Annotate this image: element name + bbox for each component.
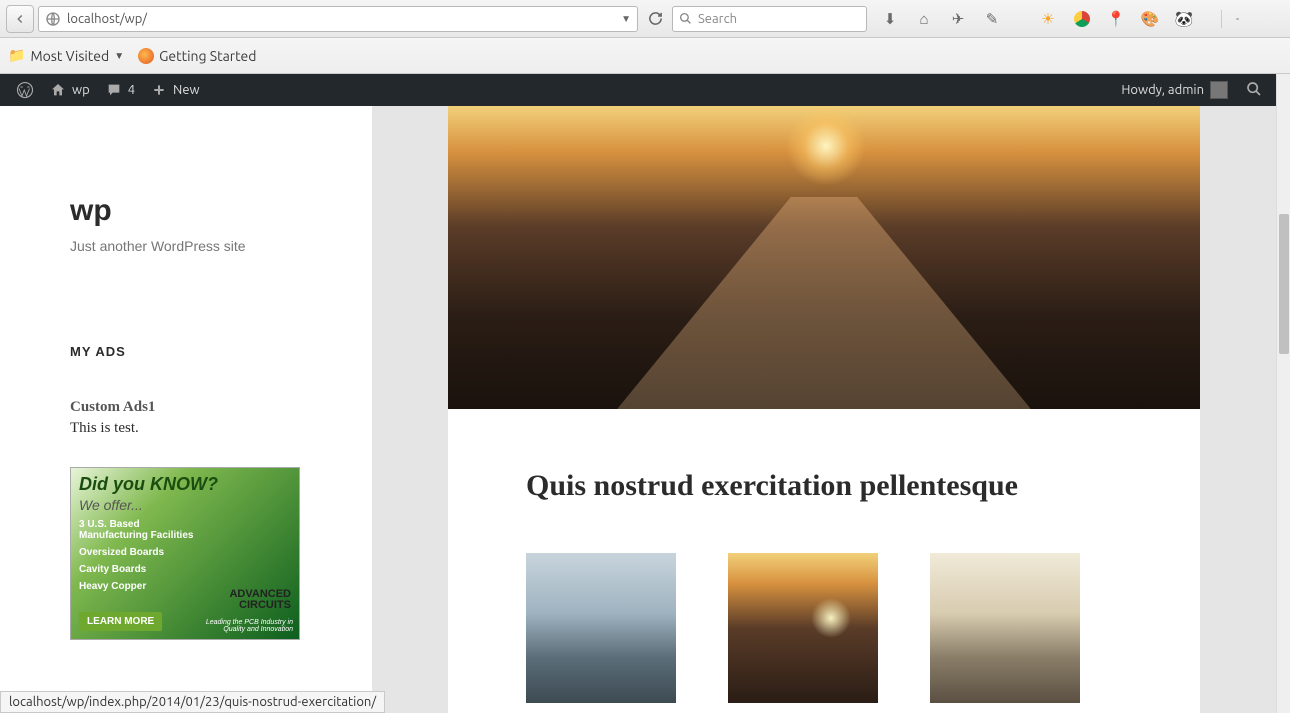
- ad-line: Manufacturing Facilities: [79, 530, 291, 541]
- widget-title: MY ADS: [70, 344, 342, 359]
- search-icon: [679, 12, 692, 25]
- reload-icon: [648, 11, 663, 26]
- search-icon: [1246, 81, 1262, 97]
- thumbnail-image[interactable]: [526, 553, 676, 703]
- hero-road-overlay: [617, 197, 1031, 409]
- folder-icon: 📁: [8, 47, 25, 64]
- ad-text: This is test.: [70, 420, 342, 437]
- ad-headline: Did you KNOW?: [79, 474, 291, 495]
- bookmark-getting-started[interactable]: Getting Started: [138, 48, 256, 64]
- toolbar-icons: ⬇ ⌂ ✈ ✎ ☀ 📍 🎨 🐼: [881, 10, 1239, 28]
- content: Quis nostrud exercitation pellentesque: [372, 106, 1276, 713]
- ad-line: 3 U.S. Based: [79, 519, 291, 530]
- comments-button[interactable]: 4: [98, 74, 143, 106]
- viewport: wp 4 New Howdy, admin wp Just another Wo…: [0, 74, 1290, 713]
- firefox-icon: [138, 48, 154, 64]
- chevron-down-icon: ▼: [114, 50, 124, 62]
- thumbnail-image[interactable]: [930, 553, 1080, 703]
- ad-cta-button[interactable]: LEARN MORE: [79, 612, 162, 631]
- search-placeholder: Search: [698, 12, 737, 26]
- comment-icon: [106, 82, 122, 98]
- status-bar: localhost/wp/index.php/2014/01/23/quis-n…: [0, 691, 385, 713]
- ad-tagline: Leading the PCB Industry in Quality and …: [193, 619, 293, 633]
- url-bar[interactable]: localhost/wp/ ▼: [38, 6, 638, 32]
- ad-subhead: We offer...: [79, 497, 291, 513]
- globe-icon: [45, 11, 61, 27]
- reload-button[interactable]: [642, 6, 668, 32]
- article-title[interactable]: Quis nostrud exercitation pellentesque: [526, 469, 1122, 503]
- plus-icon: [151, 82, 167, 98]
- bookmark-label: Getting Started: [159, 48, 256, 64]
- adminbar-search-button[interactable]: [1240, 81, 1268, 100]
- thumbnail-image[interactable]: [728, 553, 878, 703]
- ad-title: Custom Ads1: [70, 399, 342, 416]
- bookmark-label: Most Visited: [30, 48, 109, 64]
- site-title[interactable]: wp: [70, 194, 342, 228]
- ad-line: Oversized Boards: [79, 547, 291, 558]
- palette-icon[interactable]: 🎨: [1141, 10, 1159, 28]
- panda-icon[interactable]: 🐼: [1175, 10, 1193, 28]
- home-icon: [50, 82, 66, 98]
- article: Quis nostrud exercitation pellentesque: [448, 409, 1200, 713]
- wordpress-icon: [16, 81, 34, 99]
- bookmark-most-visited[interactable]: 📁 Most Visited ▼: [8, 47, 124, 64]
- greeting-text: Howdy, admin: [1121, 83, 1204, 97]
- scrollbar-thumb[interactable]: [1279, 214, 1289, 354]
- site-name-button[interactable]: wp: [42, 74, 98, 106]
- bookmarks-bar: 📁 Most Visited ▼ Getting Started: [0, 38, 1290, 74]
- thumbnail-row: [526, 553, 1122, 703]
- menu-icon[interactable]: [1221, 10, 1239, 28]
- ad-line: Cavity Boards: [79, 564, 291, 575]
- tagline: Just another WordPress site: [70, 238, 342, 254]
- send-icon[interactable]: ✈: [949, 10, 967, 28]
- account-button[interactable]: Howdy, admin: [1113, 74, 1236, 106]
- sidebar: wp Just another WordPress site MY ADS Cu…: [0, 106, 372, 713]
- back-button[interactable]: [6, 5, 34, 33]
- divider-icon: [1017, 10, 1023, 28]
- url-text: localhost/wp/: [67, 12, 147, 26]
- wp-logo-button[interactable]: [8, 74, 42, 106]
- arrow-left-icon: [13, 12, 27, 26]
- new-label: New: [173, 83, 200, 97]
- adminbar-right: Howdy, admin: [1113, 74, 1268, 106]
- chrome-ext-icon[interactable]: [1073, 10, 1091, 28]
- page: wp Just another WordPress site MY ADS Cu…: [0, 106, 1276, 713]
- url-dropdown-icon[interactable]: ▼: [621, 13, 631, 25]
- scrollbar[interactable]: [1276, 74, 1290, 713]
- avatar: [1210, 81, 1228, 99]
- browser-toolbar: localhost/wp/ ▼ Search ⬇ ⌂ ✈ ✎ ☀ 📍 🎨 🐼: [0, 0, 1290, 38]
- site-name: wp: [72, 83, 90, 97]
- wp-adminbar: wp 4 New Howdy, admin: [0, 74, 1276, 106]
- home-icon[interactable]: ⌂: [915, 10, 933, 28]
- hero-image[interactable]: [448, 106, 1200, 409]
- search-bar[interactable]: Search: [672, 6, 867, 32]
- pin-icon[interactable]: 📍: [1107, 10, 1125, 28]
- new-button[interactable]: New: [143, 74, 208, 106]
- comments-count: 4: [128, 83, 135, 97]
- ad-logo: ADVANCEDCIRCUITS: [229, 589, 291, 611]
- weather-icon[interactable]: ☀: [1039, 10, 1057, 28]
- ad-banner[interactable]: Did you KNOW? We offer... 3 U.S. Based M…: [70, 467, 300, 640]
- eyedropper-icon[interactable]: ✎: [983, 10, 1001, 28]
- download-icon[interactable]: ⬇: [881, 10, 899, 28]
